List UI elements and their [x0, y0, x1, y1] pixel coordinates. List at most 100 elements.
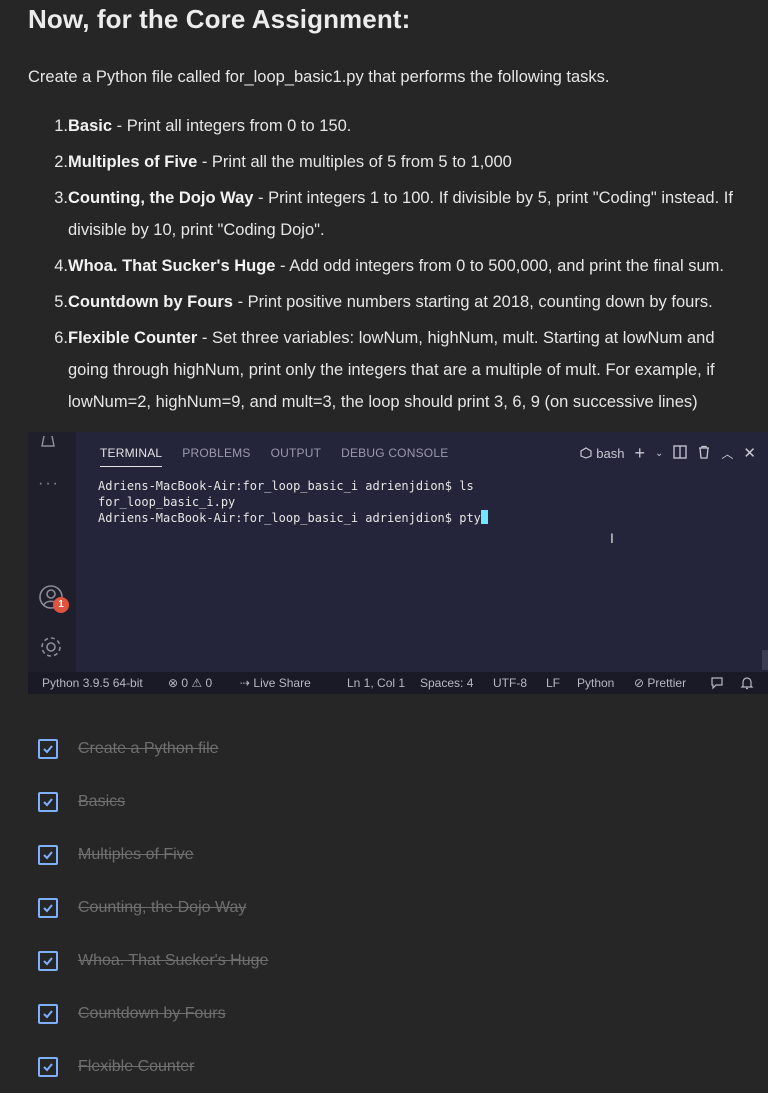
task-desc-cont: lowNum=2, highNum=9, and mult=3, the loo…	[68, 393, 698, 411]
live-share-label: Live Share	[253, 676, 311, 690]
close-icon[interactable]: ✕	[743, 444, 756, 462]
checkmark-icon	[43, 797, 53, 806]
checklist-label: Basics	[78, 792, 126, 810]
checklist-item: Multiples of Five	[38, 828, 268, 881]
checklist-label: Counting, the Dojo Way	[78, 898, 247, 916]
task-number: 5.	[54, 293, 68, 311]
task-title: Flexible Counter	[68, 329, 198, 347]
checkbox[interactable]	[38, 897, 58, 918]
task-title: Basic	[68, 117, 113, 135]
task-desc-cont: divisible by 10, print "Coding Dojo".	[68, 221, 325, 239]
task-desc: - Print all integers from 0 to 150.	[112, 117, 352, 135]
status-language[interactable]: Python	[577, 676, 614, 690]
status-prettier[interactable]: ⊘ Prettier	[634, 676, 686, 690]
checklist-item: Counting, the Dojo Way	[38, 881, 268, 934]
status-encoding[interactable]: UTF-8	[493, 676, 527, 690]
intro-text: Create a Python file called for_loop_bas…	[28, 68, 610, 86]
shell-label: bash	[596, 445, 625, 461]
status-problems[interactable]: ⊗ 0 ⚠ 0	[168, 676, 212, 690]
maximize-panel-icon[interactable]: ︿	[721, 445, 733, 462]
bell-icon[interactable]	[740, 676, 754, 693]
task-title: Counting, the Dojo Way	[68, 189, 254, 207]
checklist-label: Create a Python file	[78, 739, 219, 757]
checkbox[interactable]	[38, 950, 58, 971]
checklist-item: Countdown by Fours	[38, 987, 268, 1040]
checkbox[interactable]	[38, 791, 58, 812]
checkbox[interactable]	[38, 738, 58, 759]
task-number: 4.	[54, 257, 68, 275]
trash-icon[interactable]	[697, 445, 711, 462]
tab-problems[interactable]: PROBLEMS	[182, 446, 250, 467]
task-title: Countdown by Fours	[68, 293, 233, 311]
vscode-screenshot: ··· 1 TERMINAL PROBLEMS OUTPUT DEBUG CON…	[28, 432, 768, 694]
task-number: 2.	[54, 153, 68, 171]
task-number: 3.	[54, 189, 68, 207]
checkmark-icon	[43, 850, 53, 859]
notification-badge: 1	[53, 597, 69, 613]
status-python-interpreter[interactable]: Python 3.9.5 64-bit	[42, 676, 143, 690]
task-desc: - Print positive numbers starting at 201…	[232, 293, 713, 311]
task-title: Whoa. That Sucker's Huge	[68, 257, 276, 275]
tab-debug-console[interactable]: DEBUG CONSOLE	[341, 446, 448, 467]
checkmark-icon	[43, 1009, 53, 1018]
flask-icon[interactable]	[38, 432, 58, 452]
checklist-label: Countdown by Fours	[78, 1004, 226, 1022]
task-item: 4. Whoa. That Sucker's Huge - Add odd in…	[28, 250, 768, 282]
panel-actions: bash + ⌄ ︿ ✕	[580, 444, 756, 462]
activity-bar: ··· 1	[28, 432, 76, 672]
bash-icon	[580, 447, 592, 459]
checkmark-icon	[43, 744, 53, 753]
task-desc: - Add odd integers from 0 to 500,000, an…	[275, 257, 724, 275]
checklist-item: Whoa. That Sucker's Huge	[38, 934, 268, 987]
checklist-item: Flexible Counter	[38, 1040, 268, 1093]
terminal-panel: TERMINAL PROBLEMS OUTPUT DEBUG CONSOLE b…	[76, 432, 768, 672]
new-terminal-icon[interactable]: +	[635, 444, 646, 462]
task-desc: - Set three variables: lowNum, highNum, …	[197, 329, 715, 347]
task-item: 2. Multiples of Five - Print all the mul…	[28, 146, 768, 178]
checklist-item: Create a Python file	[38, 722, 268, 775]
terminal-shell-select[interactable]: bash	[580, 445, 625, 461]
task-desc-cont: going through highNum, print only the in…	[68, 361, 715, 379]
live-share-icon: ⇢	[240, 676, 254, 690]
checklist: Create a Python file Basics Multiples of…	[38, 722, 268, 1093]
status-eol[interactable]: LF	[546, 676, 560, 690]
task-list: 1. Basic - Print all integers from 0 to …	[28, 110, 768, 422]
terminal-cursor	[480, 510, 488, 524]
terminal-scrollbar[interactable]	[762, 650, 768, 670]
terminal-line: Adriens-MacBook-Air:for_loop_basic_i adr…	[98, 511, 481, 525]
checkmark-icon	[43, 903, 53, 912]
task-item: 3. Counting, the Dojo Way - Print intege…	[28, 182, 768, 246]
tab-terminal[interactable]: TERMINAL	[100, 446, 163, 467]
terminal-line: for_loop_basic_i.py	[98, 495, 236, 509]
task-number: 6.	[54, 329, 68, 347]
checklist-label: Flexible Counter	[78, 1057, 195, 1075]
terminal-output[interactable]: Adriens-MacBook-Air:for_loop_basic_i adr…	[98, 478, 488, 526]
gear-icon[interactable]	[38, 634, 64, 664]
status-indentation[interactable]: Spaces: 4	[420, 676, 473, 690]
page-title: Now, for the Core Assignment:	[28, 4, 411, 34]
ibeam-cursor-icon: I	[610, 530, 614, 546]
prettier-label: Prettier	[647, 676, 687, 690]
checkbox[interactable]	[38, 1003, 58, 1024]
checkbox[interactable]	[38, 844, 58, 865]
status-cursor-position[interactable]: Ln 1, Col 1	[347, 676, 405, 690]
task-number: 1.	[54, 117, 68, 135]
task-item: 6. Flexible Counter - Set three variable…	[28, 322, 768, 418]
task-item: 5. Countdown by Fours - Print positive n…	[28, 286, 768, 318]
checkbox[interactable]	[38, 1056, 58, 1077]
terminal-line: Adriens-MacBook-Air:for_loop_basic_i adr…	[98, 479, 474, 493]
feedback-icon[interactable]	[710, 676, 724, 693]
task-title: Multiples of Five	[68, 153, 198, 171]
more-icon[interactable]: ···	[38, 474, 60, 494]
task-item: 1. Basic - Print all integers from 0 to …	[28, 110, 768, 142]
checklist-label: Whoa. That Sucker's Huge	[78, 951, 269, 969]
status-live-share[interactable]: ⇢ Live Share	[240, 676, 311, 690]
split-terminal-icon[interactable]	[673, 444, 688, 462]
status-bar: Python 3.9.5 64-bit ⊗ 0 ⚠ 0 ⇢ Live Share…	[28, 672, 768, 694]
checklist-item: Basics	[38, 775, 268, 828]
checklist-label: Multiples of Five	[78, 845, 194, 863]
task-desc: - Print integers 1 to 100. If divisible …	[253, 189, 733, 207]
chevron-down-icon[interactable]: ⌄	[655, 448, 663, 459]
tab-output[interactable]: OUTPUT	[271, 446, 322, 467]
checkmark-icon	[43, 956, 53, 965]
